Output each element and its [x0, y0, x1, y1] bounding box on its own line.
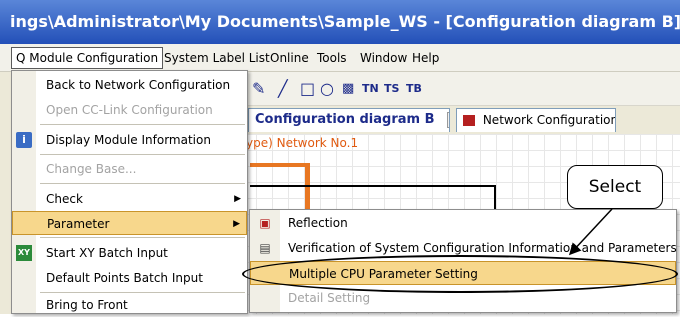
callout-arrow — [568, 208, 613, 256]
